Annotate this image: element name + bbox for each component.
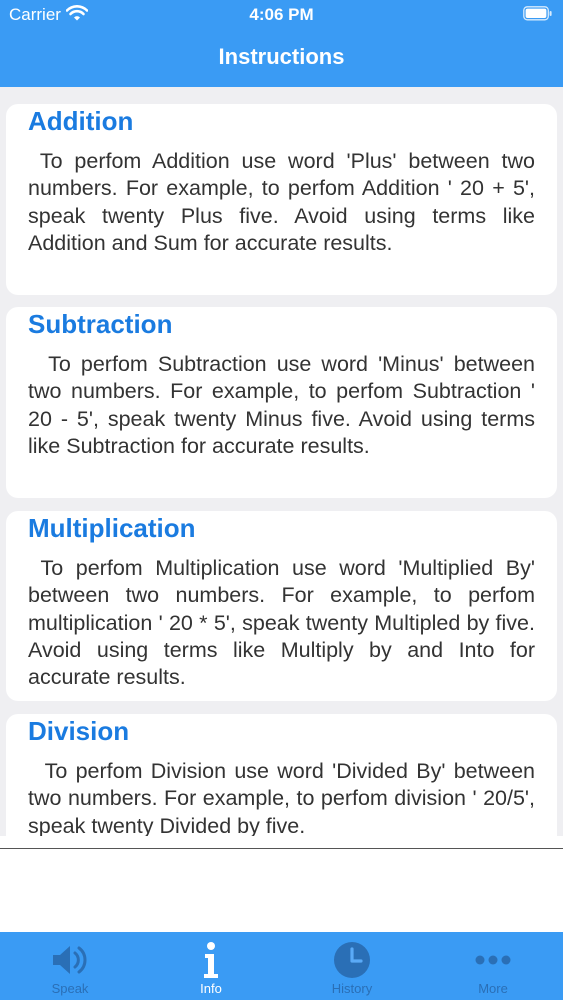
card-subtraction: Subtraction To perfom Subtraction use wo… xyxy=(6,307,557,498)
card-addition: Addition To perfom Addition use word 'Pl… xyxy=(6,104,557,295)
tab-info[interactable]: Info xyxy=(141,932,281,1000)
tab-label: Speak xyxy=(51,981,89,996)
divider xyxy=(0,848,563,849)
status-bar: Carrier 4:06 PM xyxy=(0,0,563,30)
more-dots-icon xyxy=(473,940,513,980)
card-body: To perfom Division use word 'Divided By'… xyxy=(28,759,541,836)
battery-icon xyxy=(523,6,553,26)
tab-label: More xyxy=(478,981,508,996)
tab-bar: Speak Info History More xyxy=(0,932,563,1000)
card-multiplication: Multiplication To perfom Multiplication … xyxy=(6,511,557,701)
card-title: Subtraction xyxy=(28,309,173,339)
tab-label: History xyxy=(331,981,373,996)
card-body: To perfom Subtraction use word 'Minus' b… xyxy=(28,352,541,458)
card-title: Multiplication xyxy=(28,513,196,543)
tab-speak[interactable]: Speak xyxy=(0,932,140,1000)
info-icon xyxy=(191,940,231,980)
status-time: 4:06 PM xyxy=(249,5,314,24)
header: Carrier 4:06 PM Instructions xyxy=(0,0,563,87)
card-body: To perfom Multiplication use word 'Multi… xyxy=(28,556,541,690)
card-body: To perfom Addition use word 'Plus' betwe… xyxy=(28,149,541,255)
card-division: Division To perfom Division use word 'Di… xyxy=(6,714,557,836)
card-title: Division xyxy=(28,716,130,746)
tab-history[interactable]: History xyxy=(282,932,422,1000)
tab-more[interactable]: More xyxy=(423,932,563,1000)
clock-icon xyxy=(332,940,372,980)
card-title: Addition xyxy=(28,106,134,136)
speaker-icon xyxy=(50,940,90,980)
page-title: Instructions xyxy=(218,44,345,69)
tab-label: Info xyxy=(200,981,222,996)
instructions-list[interactable]: Addition To perfom Addition use word 'Pl… xyxy=(0,87,563,836)
